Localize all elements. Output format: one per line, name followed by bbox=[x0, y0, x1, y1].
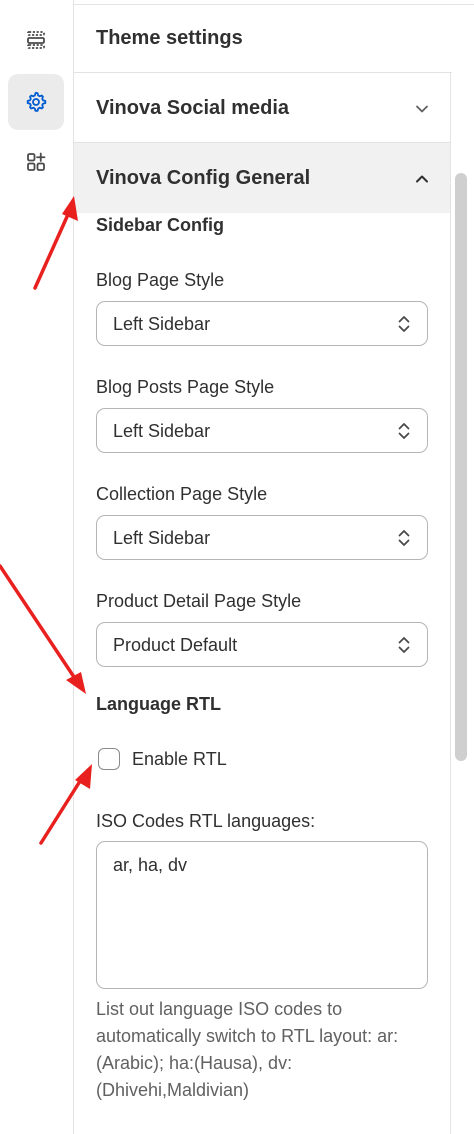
select-arrows-icon bbox=[398, 423, 410, 439]
section-vinova-social-media[interactable]: Vinova Social media bbox=[74, 73, 450, 143]
sidebar-config-heading: Sidebar Config bbox=[96, 215, 225, 235]
blog-page-style-label: Blog Page Style bbox=[96, 270, 225, 290]
panel-header: Theme settings bbox=[74, 5, 452, 73]
textarea-value: ar, ha, dv bbox=[113, 855, 188, 875]
section-title: Vinova Config General bbox=[96, 167, 311, 189]
chevron-down-icon bbox=[416, 105, 428, 113]
section-title: Vinova Social media bbox=[96, 97, 290, 119]
select-value: Left Sidebar bbox=[113, 528, 211, 548]
collection-page-style-label: Collection Page Style bbox=[96, 484, 268, 504]
iso-codes-help-text: List out language ISO codes to automatic… bbox=[96, 999, 399, 1100]
enable-rtl-label[interactable]: Enable RTL bbox=[132, 749, 227, 770]
product-detail-page-style-label: Product Detail Page Style bbox=[96, 591, 302, 611]
scrollbar-thumb[interactable] bbox=[455, 173, 467, 761]
select-value: Left Sidebar bbox=[113, 314, 211, 334]
select-value: Left Sidebar bbox=[113, 421, 211, 441]
panel-divider bbox=[450, 73, 451, 1134]
apps-icon bbox=[27, 152, 46, 171]
page-title: Theme settings bbox=[96, 27, 243, 49]
theme-settings-panel: Theme settings Vinova Social media Vinov… bbox=[74, 0, 474, 1134]
rail-sections-button[interactable] bbox=[8, 12, 64, 68]
rail-apps-button[interactable] bbox=[8, 134, 64, 190]
language-rtl-heading: Language RTL bbox=[96, 694, 221, 714]
select-value: Product Default bbox=[113, 635, 238, 655]
select-arrows-icon bbox=[398, 637, 410, 653]
blog-posts-page-style-select[interactable]: Left Sidebar bbox=[96, 408, 428, 453]
left-rail bbox=[0, 0, 74, 1134]
collection-page-style-select[interactable]: Left Sidebar bbox=[96, 515, 428, 560]
blog-posts-page-style-label: Blog Posts Page Style bbox=[96, 377, 275, 397]
select-arrows-icon bbox=[398, 530, 410, 546]
sections-icon bbox=[27, 31, 45, 49]
iso-codes-label: ISO Codes RTL languages: bbox=[96, 811, 316, 831]
iso-codes-textarea[interactable]: ar, ha, dv bbox=[96, 841, 428, 989]
product-detail-page-style-select[interactable]: Product Default bbox=[96, 622, 428, 667]
enable-rtl-checkbox[interactable] bbox=[98, 748, 120, 770]
rail-theme-settings-button[interactable] bbox=[8, 74, 64, 130]
select-arrows-icon bbox=[398, 316, 410, 332]
blog-page-style-select[interactable]: Left Sidebar bbox=[96, 301, 428, 346]
section-vinova-config-general[interactable]: Vinova Config General bbox=[74, 143, 450, 213]
chevron-up-icon bbox=[416, 175, 428, 183]
gear-icon bbox=[26, 91, 47, 112]
